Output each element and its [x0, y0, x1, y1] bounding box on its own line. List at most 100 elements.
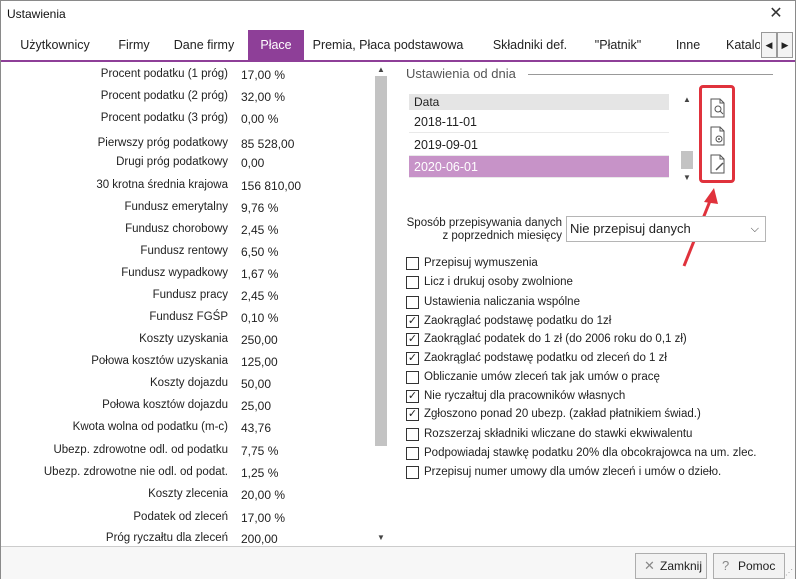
checkbox-checked[interactable]: ✓ — [406, 352, 419, 365]
scroll-up-icon[interactable]: ▲ — [680, 94, 694, 106]
param-value[interactable]: 85 528,00 — [241, 137, 294, 151]
scroll-down-icon[interactable]: ▼ — [373, 532, 389, 544]
param-value[interactable]: 125,00 — [241, 355, 278, 369]
scroll-up-icon[interactable]: ▲ — [373, 64, 389, 76]
copy-mode-value: Nie przepisuj danych — [570, 221, 691, 236]
param-value[interactable]: 9,76 % — [241, 201, 278, 215]
tab-firmy[interactable]: Firmy — [109, 30, 159, 60]
param-value[interactable]: 7,75 % — [241, 444, 278, 458]
checkbox[interactable] — [406, 257, 419, 270]
param-value[interactable]: 1,25 % — [241, 466, 278, 480]
date-list-scrollbar[interactable]: ▲ ▼ — [680, 94, 694, 184]
checkbox[interactable] — [406, 466, 419, 479]
checkbox-label[interactable]: Nie ryczałtuj dla pracowników własnych — [424, 390, 625, 402]
checkbox-label[interactable]: Rozszerzaj składniki wliczane do stawki … — [424, 428, 692, 440]
checkbox-checked[interactable]: ✓ — [406, 408, 419, 421]
param-label: Drugi próg podatkowy — [116, 156, 228, 168]
tab-uzytkownicy[interactable]: Użytkownicy — [9, 30, 101, 60]
param-value[interactable]: 200,00 — [241, 532, 278, 546]
param-label: Połowa kosztów dojazdu — [102, 399, 228, 411]
param-label: Fundusz FGŚP — [149, 311, 228, 323]
checkbox-label[interactable]: Podpowiadaj stawkę podatku 20% dla obcok… — [424, 447, 756, 459]
param-value[interactable]: 156 810,00 — [241, 179, 301, 193]
param-value[interactable]: 17,00 % — [241, 511, 285, 525]
checkbox-checked[interactable]: ✓ — [406, 390, 419, 403]
section-title: Ustawienia od dnia — [406, 66, 516, 81]
chevron-down-icon[interactable]: ⌵ — [751, 217, 759, 241]
param-row: Ubezp. zdrowotne nie odl. od podat. 1,25 … — [1, 466, 373, 486]
checkbox-label[interactable]: Obliczanie umów zleceń tak jak umów o pr… — [424, 371, 660, 383]
param-value[interactable]: 25,00 — [241, 399, 271, 413]
param-value[interactable]: 250,00 — [241, 333, 278, 347]
tab-skladniki-def[interactable]: Składniki def. — [487, 30, 573, 60]
param-value[interactable]: 2,45 % — [241, 223, 278, 237]
param-value[interactable]: 43,76 — [241, 421, 271, 435]
window-title: Ustawienia — [7, 7, 66, 21]
param-value[interactable]: 1,67 % — [241, 267, 278, 281]
param-value[interactable]: 0,00 — [241, 156, 264, 170]
param-value[interactable]: 2,45 % — [241, 289, 278, 303]
checkbox-label[interactable]: Przepisuj wymuszenia — [424, 257, 538, 269]
resize-grip-icon[interactable]: ⋰ — [785, 568, 793, 577]
checkbox-label[interactable]: Zaokrąglać podstawę podatku do 1zł — [424, 315, 611, 327]
param-row: Pierwszy próg podatkowy 85 528,00 — [1, 137, 373, 157]
date-list-header[interactable]: Data — [409, 94, 669, 110]
scrollbar-thumb[interactable] — [375, 76, 387, 446]
param-row: Fundusz emerytalny 9,76 % — [1, 201, 373, 221]
tab-katalogi[interactable]: Katalo — [726, 30, 760, 60]
document-settings-icon[interactable] — [710, 126, 726, 146]
list-item[interactable]: 2018-11-01 — [409, 111, 669, 133]
param-row: Koszty dojazdu 50,00 — [1, 377, 373, 397]
param-label: Podatek od zleceń — [133, 511, 228, 523]
tab-dane-firmy[interactable]: Dane firmy — [167, 30, 241, 60]
param-label: Fundusz rentowy — [140, 245, 228, 257]
tab-place[interactable]: Płace — [248, 30, 304, 60]
param-value[interactable]: 0,00 % — [241, 112, 278, 126]
param-label: Kwota wolna od podatku (m-c) — [72, 421, 228, 433]
tab-inne[interactable]: Inne — [671, 30, 705, 60]
checkbox[interactable] — [406, 296, 419, 309]
settings-window: Ustawienia ✕ Użytkownicy Firmy Dane firm… — [0, 0, 796, 579]
checkbox-label[interactable]: Zaokrąglać podstawę podatku od zleceń do… — [424, 352, 667, 364]
param-row: Ubezp. zdrowotne odl. od podatku 7,75 % — [1, 444, 373, 464]
checkbox-label[interactable]: Zaokrąglać podatek do 1 zł (do 2006 roku… — [424, 333, 687, 345]
param-label: Fundusz emerytalny — [124, 201, 228, 213]
param-value[interactable]: 32,00 % — [241, 90, 285, 104]
document-search-icon[interactable] — [710, 98, 726, 118]
list-item-selected[interactable]: 2020-06-01 — [409, 156, 669, 178]
copy-mode-select[interactable]: Nie przepisuj danych ⌵ — [566, 216, 766, 242]
params-scrollbar[interactable]: ▲ ▼ — [373, 64, 389, 546]
tab-scroll-right-icon[interactable]: ▶ — [777, 32, 793, 58]
scroll-down-icon[interactable]: ▼ — [680, 172, 694, 184]
tab-platnik[interactable]: "Płatnik" — [587, 30, 649, 60]
checkbox-label[interactable]: Zgłoszono ponad 20 ubezp. (zakład płatni… — [424, 408, 701, 420]
checkbox-label[interactable]: Licz i drukuj osoby zwolnione — [424, 276, 573, 288]
close-icon[interactable]: ✕ — [763, 3, 789, 25]
checkbox[interactable] — [406, 276, 419, 289]
checkbox[interactable] — [406, 371, 419, 384]
param-value[interactable]: 0,10 % — [241, 311, 278, 325]
date-list[interactable]: Data 2018-11-01 2019-09-01 2020-06-01 — [409, 94, 669, 179]
help-button[interactable]: ? Pomoc — [713, 553, 785, 579]
checkbox[interactable] — [406, 447, 419, 460]
params-panel: Procent podatku (1 próg) 17,00 % Procent … — [1, 64, 373, 546]
param-row: Procent podatku (2 próg) 32,00 % — [1, 90, 373, 110]
checkbox-label[interactable]: Ustawienia naliczania wspólne — [424, 296, 580, 308]
tab-scroll-left-icon[interactable]: ◀ — [761, 32, 777, 58]
list-item[interactable]: 2019-09-01 — [409, 134, 669, 156]
param-value[interactable]: 6,50 % — [241, 245, 278, 259]
checkbox-label[interactable]: Przepisuj numer umowy dla umów zleceń i … — [424, 466, 721, 478]
checkbox[interactable] — [406, 428, 419, 441]
param-value[interactable]: 20,00 % — [241, 488, 285, 502]
checkbox-checked[interactable]: ✓ — [406, 333, 419, 346]
scrollbar-thumb[interactable] — [681, 151, 693, 169]
help-icon: ? — [722, 558, 730, 573]
checkbox-checked[interactable]: ✓ — [406, 315, 419, 328]
param-label: Pierwszy próg podatkowy — [97, 137, 228, 149]
close-button[interactable]: ✕ Zamknij — [635, 553, 707, 579]
param-value[interactable]: 50,00 — [241, 377, 271, 391]
param-value[interactable]: 17,00 % — [241, 68, 285, 82]
document-edit-icon[interactable] — [710, 154, 726, 174]
param-row: Próg ryczałtu dla zleceń 200,00 — [1, 532, 373, 546]
tab-premia-placa-podstawowa[interactable]: Premia, Płaca podstawowa — [311, 30, 465, 60]
